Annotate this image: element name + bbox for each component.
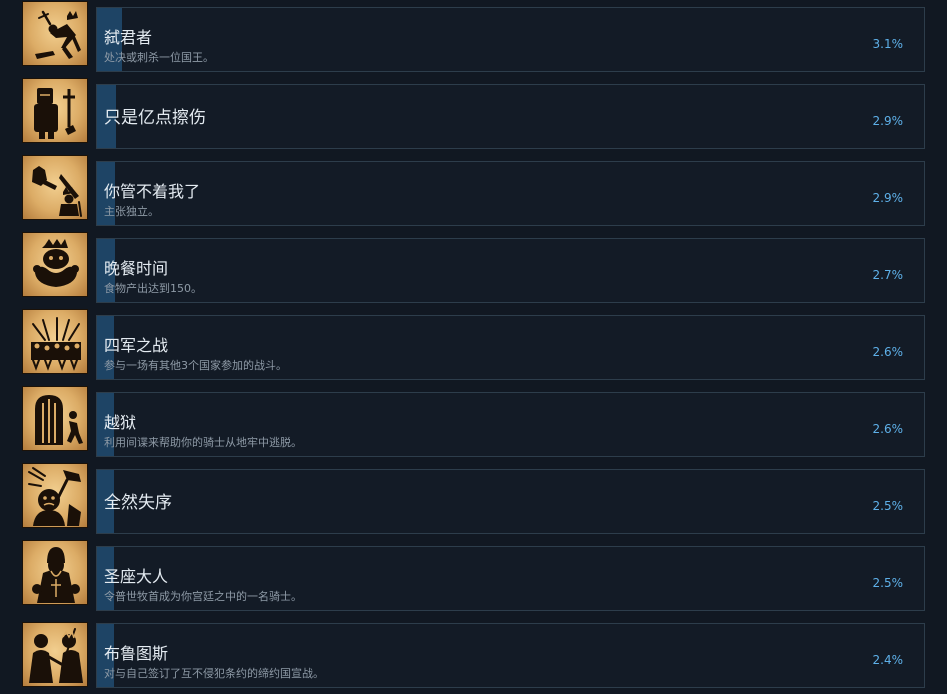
achievement-panel: 晚餐时间 食物产出达到150。 2.7% <box>96 238 925 303</box>
chaos-icon <box>22 463 88 528</box>
achievement-panel: 四军之战 参与一场有其他3个国家参加的战斗。 2.6% <box>96 315 925 380</box>
achievement-percent: 2.5% <box>872 499 904 513</box>
achievement-description: 主张独立。 <box>104 205 159 218</box>
achievement-title: 晚餐时间 <box>104 259 169 278</box>
independence-icon <box>22 155 88 220</box>
achievement-panel: 只是亿点擦伤 2.9% <box>96 84 925 149</box>
achievement-row: 布鲁图斯 对与自己签订了互不侵犯条约的缔约国宣战。 2.4% <box>0 616 947 688</box>
achievement-title: 布鲁图斯 <box>104 644 169 663</box>
achievement-description: 处决或刺杀一位国王。 <box>104 51 214 64</box>
achievement-row: 全然失序 2.5% <box>0 462 947 534</box>
achievement-percent: 2.5% <box>872 576 904 590</box>
achievement-row: 弑君者 处决或刺杀一位国王。 3.1% <box>0 0 947 72</box>
achievement-description: 食物产出达到150。 <box>104 282 202 295</box>
achievement-percent: 2.6% <box>872 422 904 436</box>
achievement-title: 只是亿点擦伤 <box>104 108 206 128</box>
achievement-title: 你管不着我了 <box>104 182 201 201</box>
regicide-icon <box>22 1 88 66</box>
achievement-row: 圣座大人 令普世牧首成为你宫廷之中的一名骑士。 2.5% <box>0 539 947 611</box>
achievement-title: 越狱 <box>104 413 137 432</box>
achievement-title: 全然失序 <box>104 493 172 513</box>
achievement-panel: 弑君者 处决或刺杀一位国王。 3.1% <box>96 7 925 72</box>
achievement-row: 你管不着我了 主张独立。 2.9% <box>0 154 947 226</box>
achievement-description: 令普世牧首成为你宫廷之中的一名骑士。 <box>104 590 302 603</box>
black-knight-icon <box>22 78 88 143</box>
achievement-panel: 你管不着我了 主张独立。 2.9% <box>96 161 925 226</box>
achievement-panel: 越狱 利用间谍来帮助你的骑士从地牢中逃脱。 2.6% <box>96 392 925 457</box>
achievement-panel: 全然失序 2.5% <box>96 469 925 534</box>
achievement-row: 只是亿点擦伤 2.9% <box>0 77 947 149</box>
achievement-description: 参与一场有其他3个国家参加的战斗。 <box>104 359 287 372</box>
achievement-percent: 2.6% <box>872 345 904 359</box>
achievement-percent: 2.9% <box>872 191 904 205</box>
achievement-panel: 布鲁图斯 对与自己签订了互不侵犯条约的缔约国宣战。 2.4% <box>96 623 925 688</box>
achievement-percent: 2.4% <box>872 653 904 667</box>
patriarch-icon <box>22 540 88 605</box>
achievement-title: 四军之战 <box>104 336 169 355</box>
achievement-row: 晚餐时间 食物产出达到150。 2.7% <box>0 231 947 303</box>
achievement-title: 圣座大人 <box>104 567 169 586</box>
achievement-panel: 圣座大人 令普世牧首成为你宫廷之中的一名骑士。 2.5% <box>96 546 925 611</box>
achievement-percent: 2.7% <box>872 268 904 282</box>
battle-icon <box>22 309 88 374</box>
brutus-icon <box>22 622 88 687</box>
achievement-description: 利用间谍来帮助你的骑士从地牢中逃脱。 <box>104 436 302 449</box>
achievement-list: 弑君者 处决或刺杀一位国王。 3.1% 只是亿点擦伤 2.9% 你管不着我了 主… <box>0 0 947 694</box>
achievement-title: 弑君者 <box>104 28 153 47</box>
achievement-description: 对与自己签订了互不侵犯条约的缔约国宣战。 <box>104 667 324 680</box>
achievement-percent: 2.9% <box>872 114 904 128</box>
feast-icon <box>22 232 88 297</box>
jailbreak-icon <box>22 386 88 451</box>
achievement-row: 越狱 利用间谍来帮助你的骑士从地牢中逃脱。 2.6% <box>0 385 947 457</box>
achievement-row: 四军之战 参与一场有其他3个国家参加的战斗。 2.6% <box>0 308 947 380</box>
achievement-percent: 3.1% <box>872 37 904 51</box>
